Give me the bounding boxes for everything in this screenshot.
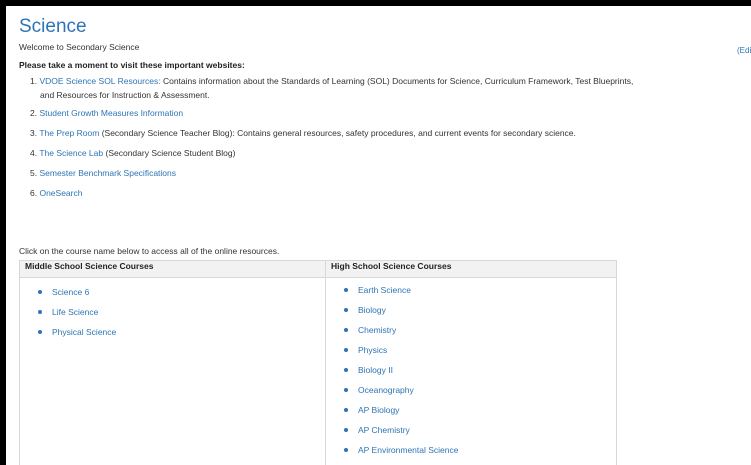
course-link-biology[interactable]: Biology xyxy=(344,304,616,324)
student-growth-measures-link[interactable]: Student Growth Measures Information xyxy=(39,108,183,118)
course-link-life-science[interactable]: Life Science xyxy=(38,306,325,326)
courses-table: Middle School Science Courses High Schoo… xyxy=(19,260,617,465)
course-link-science-6[interactable]: Science 6 xyxy=(38,286,325,306)
course-link-physics[interactable]: Physics xyxy=(344,344,616,364)
middle-school-cell: Science 6 Life Science Physical Science xyxy=(19,277,326,465)
welcome-text: Welcome to Secondary Science xyxy=(19,42,140,52)
website-number: 4. xyxy=(30,148,38,158)
high-school-cell: Earth Science Biology Chemistry Physics … xyxy=(325,277,617,465)
high-school-heading: High School Science Courses xyxy=(325,260,617,278)
website-item-4: 4. The Science Lab (Secondary Science St… xyxy=(30,148,235,158)
website-item-2: 2. Student Growth Measures Information xyxy=(30,108,183,118)
course-link-ap-chemistry[interactable]: AP Chemistry xyxy=(344,424,616,444)
courses-intro: Click on the course name below to access… xyxy=(19,246,280,256)
course-link-physical-science[interactable]: Physical Science xyxy=(38,326,325,346)
high-school-course-list: Earth Science Biology Chemistry Physics … xyxy=(326,278,616,464)
vdoe-sol-resources-link[interactable]: VDOE Science SOL Resources: xyxy=(39,76,160,86)
website-number: 2. xyxy=(30,108,38,118)
edit-link[interactable]: (Edit xyxy=(737,46,751,55)
content-frame: Science (Edit Welcome to Secondary Scien… xyxy=(6,6,751,465)
course-link-chemistry[interactable]: Chemistry xyxy=(344,324,616,344)
website-description: Contains information about the Standards… xyxy=(162,76,634,86)
onesearch-link[interactable]: OneSearch xyxy=(39,188,82,198)
website-item-3: 3. The Prep Room (Secondary Science Teac… xyxy=(30,128,576,138)
prep-room-link[interactable]: The Prep Room xyxy=(39,128,99,138)
website-number: 1. xyxy=(30,76,38,86)
website-item-1: 1. VDOE Science SOL Resources: Contains … xyxy=(30,76,633,86)
course-link-ap-environmental-science[interactable]: AP Environmental Science xyxy=(344,444,616,464)
middle-school-heading: Middle School Science Courses xyxy=(19,260,326,278)
course-link-earth-science[interactable]: Earth Science xyxy=(344,284,616,304)
page-title: Science xyxy=(19,16,87,37)
website-number: 5. xyxy=(30,168,38,178)
science-lab-link[interactable]: The Science Lab xyxy=(39,148,103,158)
website-item-5: 5. Semester Benchmark Specifications xyxy=(30,168,176,178)
website-number: 3. xyxy=(30,128,38,138)
website-description: (Secondary Science Teacher Blog): Contai… xyxy=(101,128,576,138)
website-description: (Secondary Science Student Blog) xyxy=(105,148,236,158)
website-number: 6. xyxy=(30,188,38,198)
course-link-biology-ii[interactable]: Biology II xyxy=(344,364,616,384)
middle-school-course-list: Science 6 Life Science Physical Science xyxy=(20,278,325,346)
website-item-6: 6. OneSearch xyxy=(30,188,82,198)
course-link-oceanography[interactable]: Oceanography xyxy=(344,384,616,404)
semester-benchmark-link[interactable]: Semester Benchmark Specifications xyxy=(39,168,176,178)
websites-heading: Please take a moment to visit these impo… xyxy=(19,60,245,70)
website-description-cont: and Resources for Instruction & Assessme… xyxy=(40,90,210,100)
course-link-ap-biology[interactable]: AP Biology xyxy=(344,404,616,424)
